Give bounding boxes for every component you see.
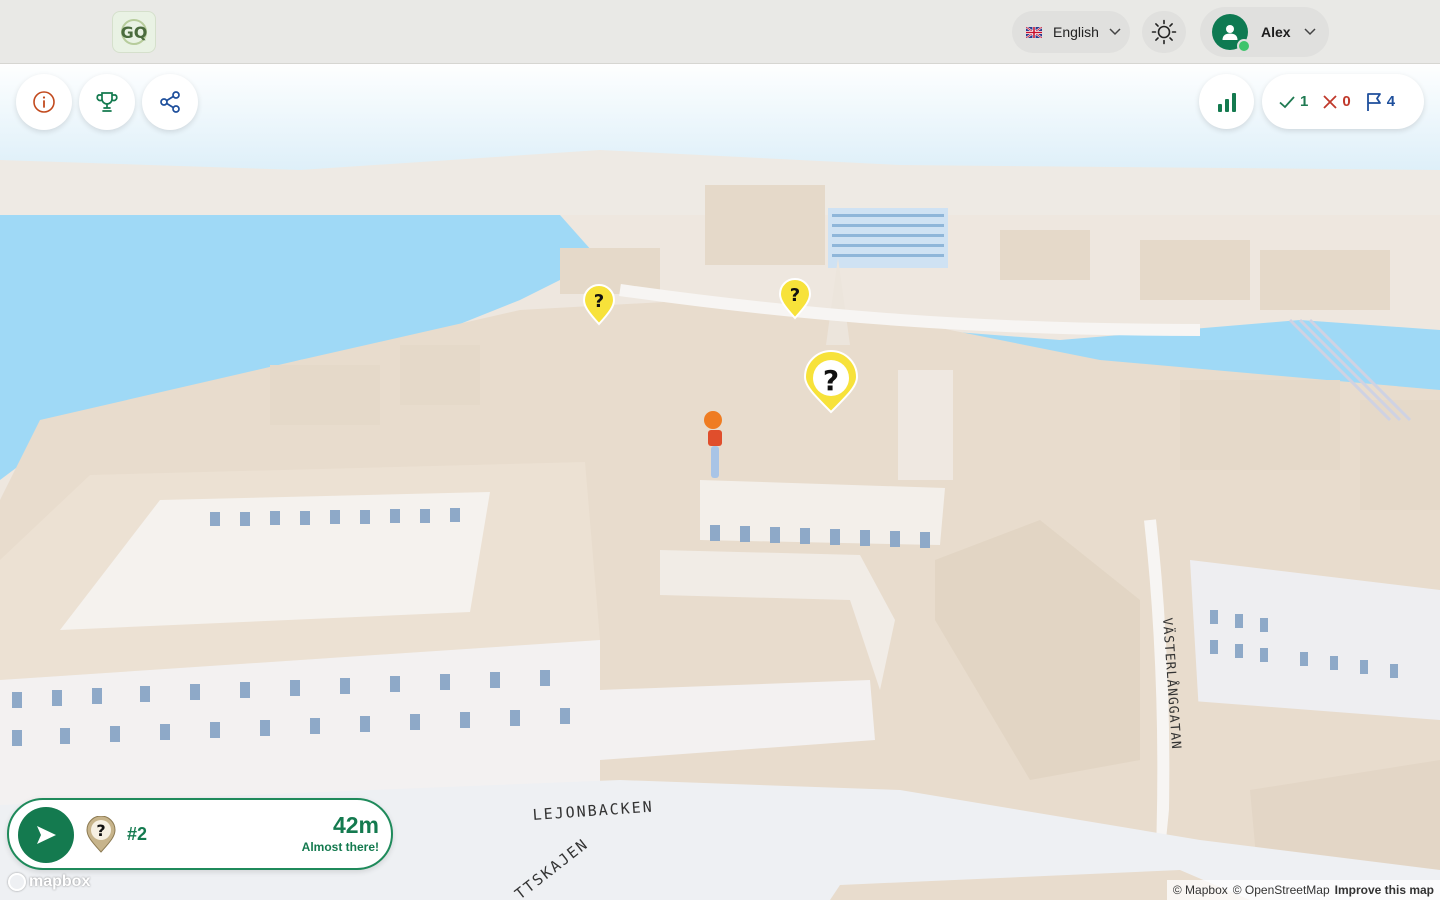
uk-flag-icon bbox=[1026, 26, 1042, 38]
info-button[interactable] bbox=[16, 74, 72, 130]
stats-button[interactable] bbox=[1199, 74, 1254, 129]
navigation-status-card[interactable]: ? #2 42m Almost there! bbox=[7, 798, 393, 870]
leaderboard-button[interactable] bbox=[79, 74, 135, 130]
user-name: Alex bbox=[1261, 24, 1291, 40]
app-header: GQ English Alex bbox=[0, 0, 1440, 64]
chevron-down-icon bbox=[1109, 28, 1121, 36]
wrong-count: 0 bbox=[1322, 93, 1351, 110]
app-logo-text: GQ bbox=[121, 23, 148, 42]
distance-value: 42m bbox=[332, 812, 379, 838]
mapbox-logo[interactable]: mapbox bbox=[8, 873, 90, 891]
mapbox-attribution-link[interactable]: © Mapbox bbox=[1173, 883, 1228, 897]
flag-count-value: 4 bbox=[1386, 93, 1396, 110]
correct-count: 1 bbox=[1278, 93, 1308, 111]
svg-text:?: ? bbox=[823, 364, 839, 397]
bar-chart-icon bbox=[1217, 92, 1236, 112]
language-selector[interactable]: English bbox=[1012, 11, 1130, 53]
flag-icon bbox=[1366, 92, 1381, 111]
wrong-count-value: 0 bbox=[1342, 93, 1351, 110]
user-icon bbox=[1222, 25, 1238, 40]
app-logo[interactable]: GQ bbox=[112, 11, 156, 53]
chevron-down-icon bbox=[1304, 28, 1316, 36]
avatar bbox=[1212, 14, 1251, 53]
theme-toggle-button[interactable] bbox=[1142, 11, 1186, 53]
share-button[interactable] bbox=[142, 74, 198, 130]
proximity-message: Almost there! bbox=[301, 840, 379, 854]
correct-count-value: 1 bbox=[1300, 93, 1309, 110]
map-canvas[interactable]: LEJONBACKEN TTSKAJEN VÄSTERLÅNGGATAN ? ?… bbox=[0, 0, 1440, 900]
map-attribution: © Mapbox © OpenStreetMap Improve this ma… bbox=[1166, 880, 1440, 900]
trophy-icon bbox=[96, 92, 118, 112]
user-menu-button[interactable]: Alex bbox=[1200, 7, 1329, 57]
svg-text:?: ? bbox=[790, 285, 800, 306]
check-icon bbox=[1279, 95, 1295, 108]
svg-text:?: ? bbox=[594, 291, 604, 312]
share-icon bbox=[160, 91, 180, 113]
mapbox-logo-text: mapbox bbox=[29, 873, 91, 890]
online-status-indicator bbox=[1237, 39, 1251, 53]
info-icon bbox=[33, 91, 55, 113]
navigate-button[interactable] bbox=[18, 807, 74, 863]
improve-map-link[interactable]: Improve this map bbox=[1335, 883, 1434, 897]
question-pin-icon: ? bbox=[86, 816, 116, 853]
flag-count: 4 bbox=[1365, 92, 1395, 112]
mapbox-logo-icon bbox=[8, 873, 26, 891]
score-panel: 1 0 4 bbox=[1262, 74, 1424, 129]
svg-text:?: ? bbox=[96, 821, 105, 840]
osm-attribution-link[interactable]: © OpenStreetMap bbox=[1233, 883, 1330, 897]
sun-icon bbox=[1151, 19, 1177, 45]
language-label: English bbox=[1053, 24, 1099, 40]
send-arrow-icon bbox=[37, 826, 56, 844]
question-number: #2 bbox=[127, 824, 148, 844]
close-icon bbox=[1323, 94, 1337, 109]
